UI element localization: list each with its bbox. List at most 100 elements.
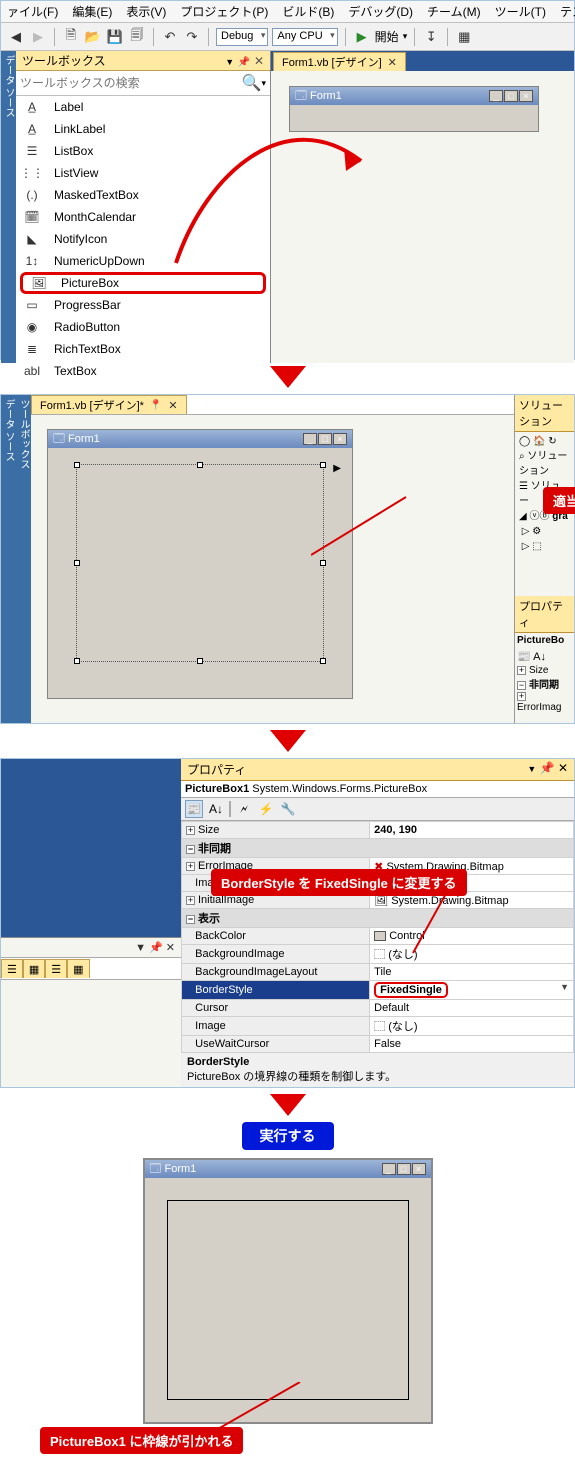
sidetab-datasource[interactable]: データ ソース <box>1 51 16 363</box>
new-project-icon[interactable]: 🗎 <box>62 28 80 46</box>
toolbox-item-numericupdown[interactable]: 1↕NumericUpDown <box>16 250 270 272</box>
resize-handle[interactable] <box>74 658 80 664</box>
property-object-combo[interactable]: PictureBox1 System.Windows.Forms.Picture… <box>181 781 574 798</box>
start-label[interactable]: 開始 <box>375 28 399 45</box>
close-icon[interactable]: ✕ <box>254 54 264 68</box>
tool-label: PictureBox <box>61 276 119 290</box>
toolbox-item-picturebox[interactable]: 🖼PictureBox <box>20 272 266 294</box>
wrench-icon[interactable]: 🔧 <box>279 800 297 818</box>
prop-row-usewaitcursor: UseWaitCursorFalse <box>182 1036 574 1053</box>
toolbox-item-progressbar[interactable]: ▭ProgressBar <box>16 294 270 316</box>
form-titlebar[interactable]: 🗔 Form1 _□× <box>290 87 538 105</box>
toolbox-item-label[interactable]: A̲Label <box>16 96 270 118</box>
tool-label: LinkLabel <box>54 122 105 136</box>
form-titlebar-2[interactable]: 🗔 Form1 _□× <box>48 430 352 448</box>
prop-row-borderstyle: BorderStyleFixedSingle▼ <box>182 981 574 1000</box>
toolbox-title: ツールボックス <box>22 52 106 69</box>
toolbox-item-listview[interactable]: ⋮⋮ListView <box>16 162 270 184</box>
form-close-icon[interactable]: × <box>412 1163 426 1175</box>
menu-edit[interactable]: 編集(E) <box>72 3 112 20</box>
tab-pin-icon[interactable]: 📍 <box>150 400 162 411</box>
toolbox-search-input[interactable] <box>20 73 242 93</box>
toolbox-item-maskedtextbox[interactable]: (.)MaskedTextBox <box>16 184 270 206</box>
tab-label-2: Form1.vb [デザイン]* <box>40 397 144 413</box>
menu-tool[interactable]: ツール(T) <box>495 3 546 20</box>
smarttag-icon[interactable]: ▶ <box>333 463 341 474</box>
document-tab[interactable]: Form1.vb [デザイン] ✕ <box>273 52 406 71</box>
tool-icon: 1↕ <box>24 254 40 268</box>
property-table: +Size240, 190 −非同期 +ErrorImage✖ System.D… <box>181 821 574 1053</box>
nav-back-icon[interactable]: ◀ <box>7 28 25 46</box>
picturebox-selection[interactable]: ▶ <box>76 464 324 662</box>
resize-handle[interactable] <box>320 462 326 468</box>
close-icon[interactable]: ✕ <box>558 761 568 775</box>
menu-view[interactable]: 表示(V) <box>126 3 166 20</box>
align-icon[interactable]: ▦ <box>455 28 473 46</box>
config-combo[interactable]: Debug <box>216 28 268 46</box>
menu-debug[interactable]: デバッグ(D) <box>348 3 413 20</box>
start-icon[interactable]: ▶ <box>353 28 371 46</box>
toolbox-item-richtextbox[interactable]: ≣RichTextBox <box>16 338 270 360</box>
dropdown-icon[interactable]: ▼ <box>225 57 234 67</box>
tab-close-icon-2[interactable]: ✕ <box>168 399 177 412</box>
callout-place: 適当に配置する <box>543 487 575 514</box>
resize-handle[interactable] <box>197 658 203 664</box>
resize-handle[interactable] <box>320 658 326 664</box>
toolbox-item-textbox[interactable]: ablTextBox <box>16 360 270 382</box>
step-icon[interactable]: ↧ <box>422 28 440 46</box>
tab-close-icon[interactable]: ✕ <box>388 56 397 69</box>
search-icon[interactable]: 🔍 <box>242 73 262 93</box>
subtab-4[interactable]: ▦ <box>67 959 89 978</box>
alphabetical-icon[interactable]: A↓ <box>207 800 225 818</box>
resize-handle[interactable] <box>74 560 80 566</box>
document-tab-dirty[interactable]: Form1.vb [デザイン]* 📍 ✕ <box>31 395 187 414</box>
maximize-icon[interactable]: □ <box>318 433 332 445</box>
callout-result: PictureBox1 に枠線が引かれる <box>40 1427 243 1454</box>
open-icon[interactable]: 📂 <box>84 28 102 46</box>
maximize-icon[interactable]: □ <box>397 1163 411 1175</box>
runtime-titlebar[interactable]: 🗔 Form1 _□× <box>145 1160 431 1178</box>
resize-handle[interactable] <box>74 462 80 468</box>
save-icon[interactable]: 💾 <box>106 28 124 46</box>
dropdown-icon[interactable]: ▼ <box>560 982 569 992</box>
panel-menu-icon[interactable]: ▼ 📌 ✕ <box>135 941 175 954</box>
subtab-2[interactable]: ▦ <box>23 959 45 978</box>
toolbox-item-radiobutton[interactable]: ◉RadioButton <box>16 316 270 338</box>
events-icon[interactable]: ⚡ <box>257 800 275 818</box>
menu-file[interactable]: ァイル(F) <box>7 3 58 20</box>
subtab-3[interactable]: ☰ <box>45 959 67 978</box>
categorized-icon[interactable]: 📰 <box>185 800 203 818</box>
form-close-icon[interactable]: × <box>333 433 347 445</box>
toolbox-item-notifyicon[interactable]: ◣NotifyIcon <box>16 228 270 250</box>
resize-handle[interactable] <box>320 560 326 566</box>
form-close-icon[interactable]: × <box>519 90 533 102</box>
toolbox-item-monthcalendar[interactable]: 🗓MonthCalendar <box>16 206 270 228</box>
minimize-icon[interactable]: _ <box>382 1163 396 1175</box>
panel-ide-toolbox: ァイル(F) 編集(E) 表示(V) プロジェクト(P) ビルド(B) デバッグ… <box>0 0 575 360</box>
menu-team[interactable]: チーム(M) <box>427 3 481 20</box>
save-all-icon[interactable]: 🗐 <box>128 28 146 46</box>
minimize-icon[interactable]: _ <box>489 90 503 102</box>
sidetab-datasource-2[interactable]: データ ソース <box>1 395 16 723</box>
properties-icon[interactable]: 🗲 <box>235 800 253 818</box>
undo-icon[interactable]: ↶ <box>161 28 179 46</box>
tool-icon: ◣ <box>24 232 40 246</box>
menu-project[interactable]: プロジェクト(P) <box>180 3 268 20</box>
pin-icon[interactable]: 📌 <box>237 57 249 68</box>
form-designer: 🗔 Form1 _□× <box>289 86 539 132</box>
tool-label: RadioButton <box>54 320 120 334</box>
subtab-1[interactable]: ☰ <box>1 959 23 978</box>
maximize-icon[interactable]: □ <box>504 90 518 102</box>
toolbox-item-listbox[interactable]: ☰ListBox <box>16 140 270 162</box>
pin-icon[interactable]: 📌 <box>540 761 555 775</box>
platform-combo[interactable]: Any CPU <box>272 28 337 46</box>
toolbox-item-linklabel[interactable]: A̲LinkLabel <box>16 118 270 140</box>
nav-fwd-icon[interactable]: ▶ <box>29 28 47 46</box>
redo-icon[interactable]: ↷ <box>183 28 201 46</box>
sidetab-toolbox[interactable]: ツールボックス <box>16 395 31 723</box>
minimize-icon[interactable]: _ <box>303 433 317 445</box>
menu-test[interactable]: テスト(S <box>560 3 575 20</box>
resize-handle[interactable] <box>197 462 203 468</box>
window-buttons: _□× <box>488 90 533 102</box>
menu-build[interactable]: ビルド(B) <box>282 3 334 20</box>
